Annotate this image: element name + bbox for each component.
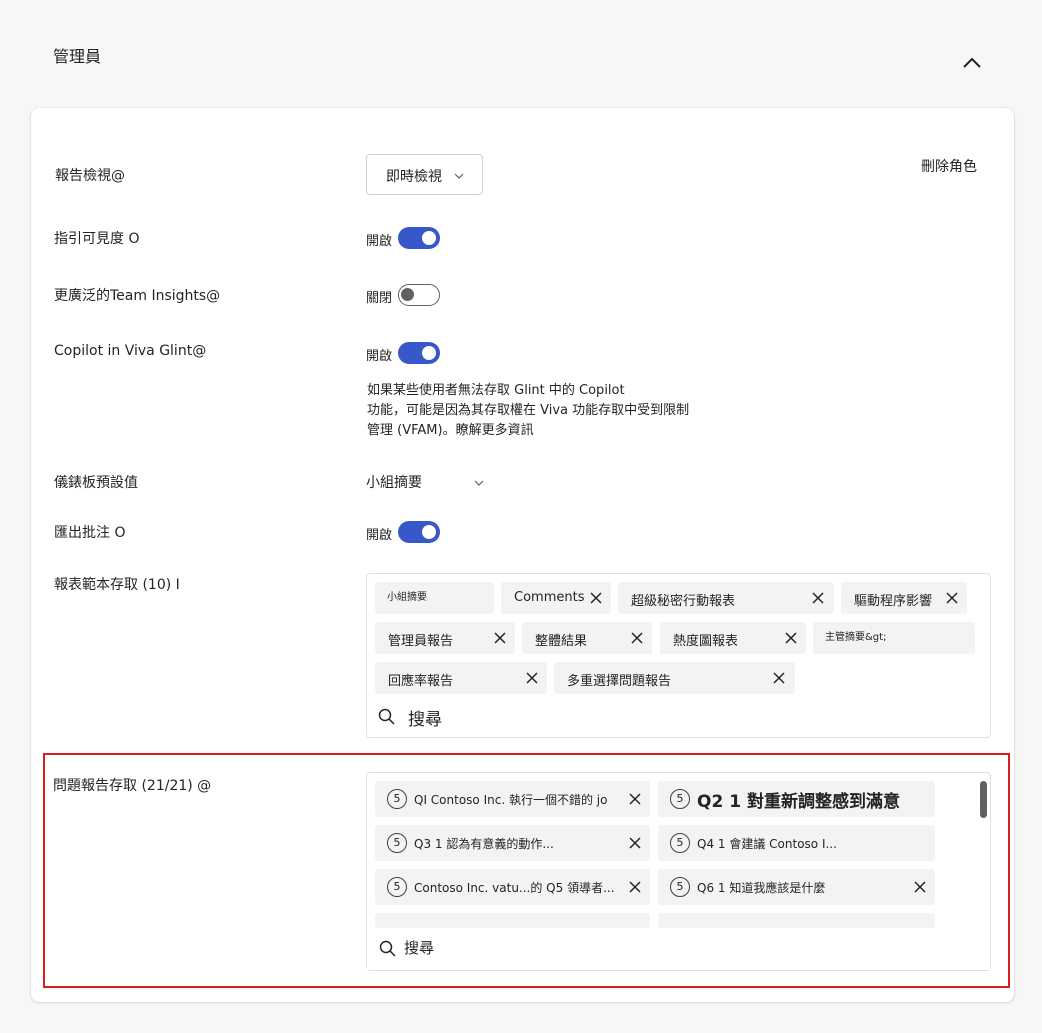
search-label: 搜尋 (404, 939, 435, 957)
close-icon[interactable] (629, 630, 645, 646)
copilot-state: 開啟 (366, 349, 393, 364)
chevron-down-icon (474, 480, 484, 486)
question-tag: 5 Q4 1 會建議 Contoso I... (658, 825, 935, 861)
template-tag: 管理員報告 (375, 622, 515, 654)
close-icon[interactable] (771, 670, 787, 686)
tag-label: Q2 1 對重新調整感到滿意 (697, 792, 900, 812)
template-search[interactable]: 搜尋 (378, 705, 678, 730)
dashboard-default-dropdown[interactable]: 小組摘要 (366, 470, 496, 494)
export-comments-toggle[interactable] (398, 521, 440, 543)
tag-label: 多重選擇問題報告 (567, 674, 672, 689)
tag-label: 管理員報告 (388, 634, 454, 649)
tag-label: Contoso Inc. vatu...的 Q5 領導者... (414, 881, 615, 895)
template-tag: Comments (501, 582, 611, 614)
template-tag: 超級秘密行動報表 (618, 582, 834, 614)
copilot-note-line: 如果某些使用者無法存取 Glint 中的 Copilot (367, 383, 625, 398)
question-count-badge: 5 (670, 789, 690, 809)
tag-label: 超級秘密行動報表 (631, 594, 736, 609)
search-icon (378, 708, 395, 725)
close-icon[interactable] (588, 590, 604, 606)
close-icon[interactable] (524, 670, 540, 686)
close-icon[interactable] (627, 879, 643, 895)
close-icon[interactable] (810, 590, 826, 606)
close-icon[interactable] (944, 590, 960, 606)
search-icon (379, 940, 396, 957)
template-tag: 熱度圖報表 (660, 622, 806, 654)
section-title: 管理員 (53, 47, 102, 66)
close-icon[interactable] (912, 879, 928, 895)
delete-role-button[interactable]: 刪除角色 (921, 156, 977, 176)
template-tag: 整體結果 (522, 622, 652, 654)
copilot-note-line: 功能，可能是因為其存取權在 Viva 功能存取中受到限制 (367, 403, 690, 418)
chevron-down-icon (454, 173, 464, 179)
question-reports-label: 問題報告存取 (21/21) @ (53, 778, 212, 794)
copilot-note: 如果某些使用者無法存取 Glint 中的 Copilot 功能，可能是因為其存取… (367, 381, 689, 441)
collapse-button[interactable] (958, 50, 986, 76)
chevron-up-icon (963, 57, 981, 68)
report-view-dropdown[interactable]: 即時檢視 (366, 154, 483, 195)
tag-label: QI Contoso Inc. 執行一個不錯的 jo (414, 793, 608, 807)
tag-label: 主管摘要&gt; (825, 632, 887, 643)
guidance-visibility-state: 開啟 (366, 234, 393, 249)
tag-label: Q6 1 知道我應該是什麼 (697, 881, 826, 895)
question-count-badge: 5 (387, 789, 407, 809)
close-icon[interactable] (783, 630, 799, 646)
tag-label: Q4 1 會建議 Contoso I... (697, 837, 837, 851)
scrollbar-thumb[interactable] (980, 781, 987, 818)
question-tag-partial (375, 913, 650, 928)
guidance-visibility-label: 指引可見度 O (54, 231, 140, 247)
question-tag-partial (658, 913, 935, 928)
export-comments-state: 開啟 (366, 528, 393, 543)
question-tag: 5 Q2 1 對重新調整感到滿意 (658, 781, 935, 817)
copilot-note-line[interactable]: 管理 (VFAM)。瞭解更多資訊 (367, 421, 689, 441)
close-icon[interactable] (627, 835, 643, 851)
question-count-badge: 5 (670, 877, 690, 897)
template-tag: 回應率報告 (375, 662, 547, 694)
question-count-badge: 5 (387, 833, 407, 853)
tag-label: 驅動程序影響 (854, 594, 933, 609)
template-tag: 主管摘要&gt; (813, 622, 975, 654)
tag-label: Comments (514, 590, 585, 605)
tag-label: 整體結果 (535, 634, 588, 649)
tag-label: 熱度圖報表 (673, 634, 739, 649)
report-view-value: 即時檢視 (386, 169, 442, 185)
question-count-badge: 5 (387, 877, 407, 897)
search-label: 搜尋 (408, 710, 442, 730)
report-templates-label: 報表範本存取 (10) I (54, 577, 180, 593)
question-tag: 5 QI Contoso Inc. 執行一個不錯的 jo (375, 781, 650, 817)
team-insights-label: 更廣泛的Team Insights@ (54, 288, 221, 304)
dashboard-default-value: 小組摘要 (366, 475, 422, 491)
copilot-toggle[interactable] (398, 342, 440, 364)
template-tag: 驅動程序影響 (841, 582, 967, 614)
tag-label: 小組摘要 (387, 592, 427, 603)
question-tag: 5 Q3 1 認為有意義的動作... (375, 825, 650, 861)
section-header: 管理員 (0, 0, 1042, 100)
template-tag: 小組摘要 (375, 582, 494, 614)
export-comments-label: 匯出批注 O (54, 525, 126, 541)
dashboard-default-label: 儀錶板預設值 (54, 475, 138, 491)
template-tag: 多重選擇問題報告 (554, 662, 795, 694)
question-tag: 5 Q6 1 知道我應該是什麼 (658, 869, 935, 905)
close-icon[interactable] (492, 630, 508, 646)
question-tag: 5 Contoso Inc. vatu...的 Q5 領導者... (375, 869, 650, 905)
question-count-badge: 5 (670, 833, 690, 853)
tag-label: Q3 1 認為有意義的動作... (414, 837, 554, 851)
report-view-label: 報告檢視@ (55, 168, 125, 184)
close-icon[interactable] (627, 791, 643, 807)
copilot-label: Copilot in Viva Glint@ (54, 343, 207, 359)
tag-label: 回應率報告 (388, 674, 454, 689)
guidance-visibility-toggle[interactable] (398, 227, 440, 249)
team-insights-state: 關閉 (366, 291, 393, 306)
question-search[interactable]: 搜尋 (379, 937, 679, 961)
team-insights-toggle[interactable] (398, 284, 440, 306)
